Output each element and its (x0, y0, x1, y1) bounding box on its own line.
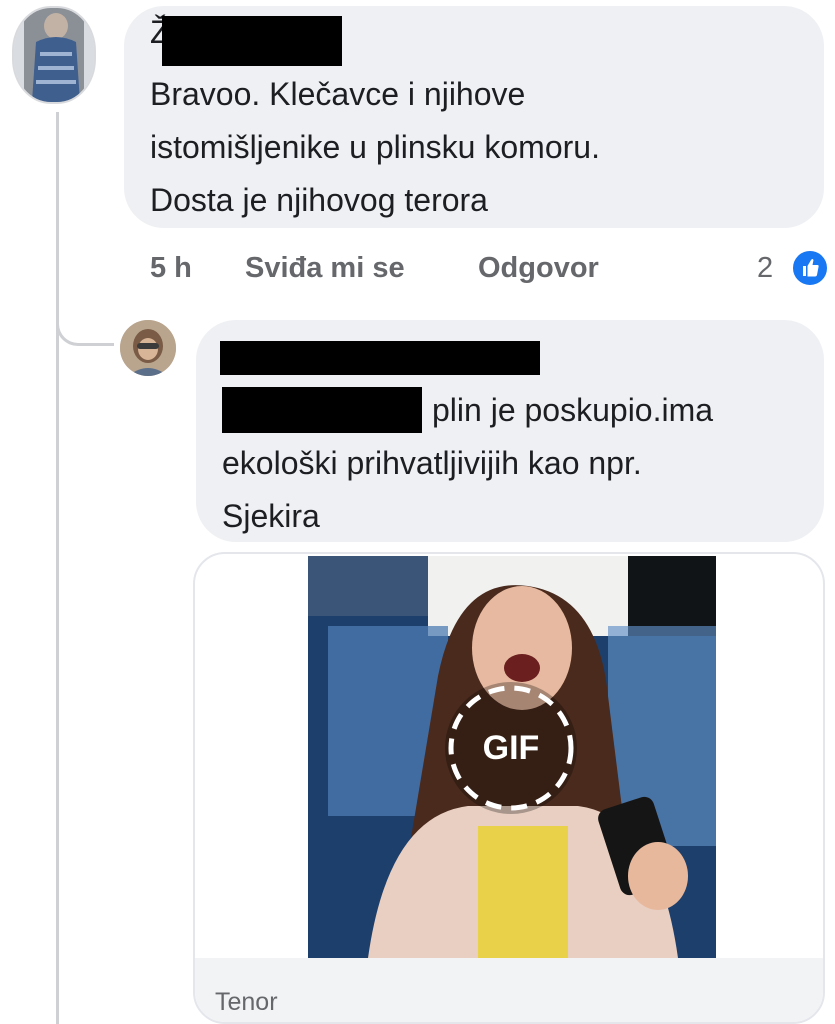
comment-line: Dosta je njihovog terora (150, 182, 488, 218)
like-button[interactable]: Sviđa mi se (245, 250, 405, 286)
comment-line: istomišljenike u plinsku komoru. (150, 129, 600, 165)
reply-line: ekološki prihvatljivijih kao npr. (222, 445, 642, 481)
comment-text: Bravoo. Klečavce i njihove istomišljenik… (150, 68, 600, 227)
thread-branch-connector (56, 300, 114, 346)
gif-badge[interactable]: GIF (445, 682, 577, 814)
comment-line: Bravoo. Klečavce i njihove (150, 76, 526, 112)
avatar-photo (14, 8, 94, 102)
redacted-author-name (220, 341, 540, 375)
reply-button[interactable]: Odgovor (478, 250, 599, 286)
gif-attachment[interactable]: GIF Tenor (193, 552, 825, 1024)
gif-footer: Tenor (195, 958, 823, 1022)
reply-author-avatar[interactable] (120, 320, 176, 376)
gif-source-label: Tenor (215, 988, 278, 1016)
thumbs-up-icon[interactable] (790, 248, 830, 288)
commenter-avatar[interactable] (12, 6, 96, 104)
gif-badge-label: GIF (482, 729, 540, 767)
thread-line (56, 112, 59, 1024)
reply-line: Sjekira (222, 498, 320, 534)
reply-text: plin je poskupio.ima ekološki prihvatlji… (222, 384, 713, 543)
comment-timestamp[interactable]: 5 h (150, 250, 192, 286)
redacted-author-name (162, 16, 342, 66)
reaction-count[interactable]: 2 (757, 250, 773, 286)
reply-line: plin je poskupio.ima (432, 392, 714, 428)
avatar-photo (120, 320, 176, 376)
